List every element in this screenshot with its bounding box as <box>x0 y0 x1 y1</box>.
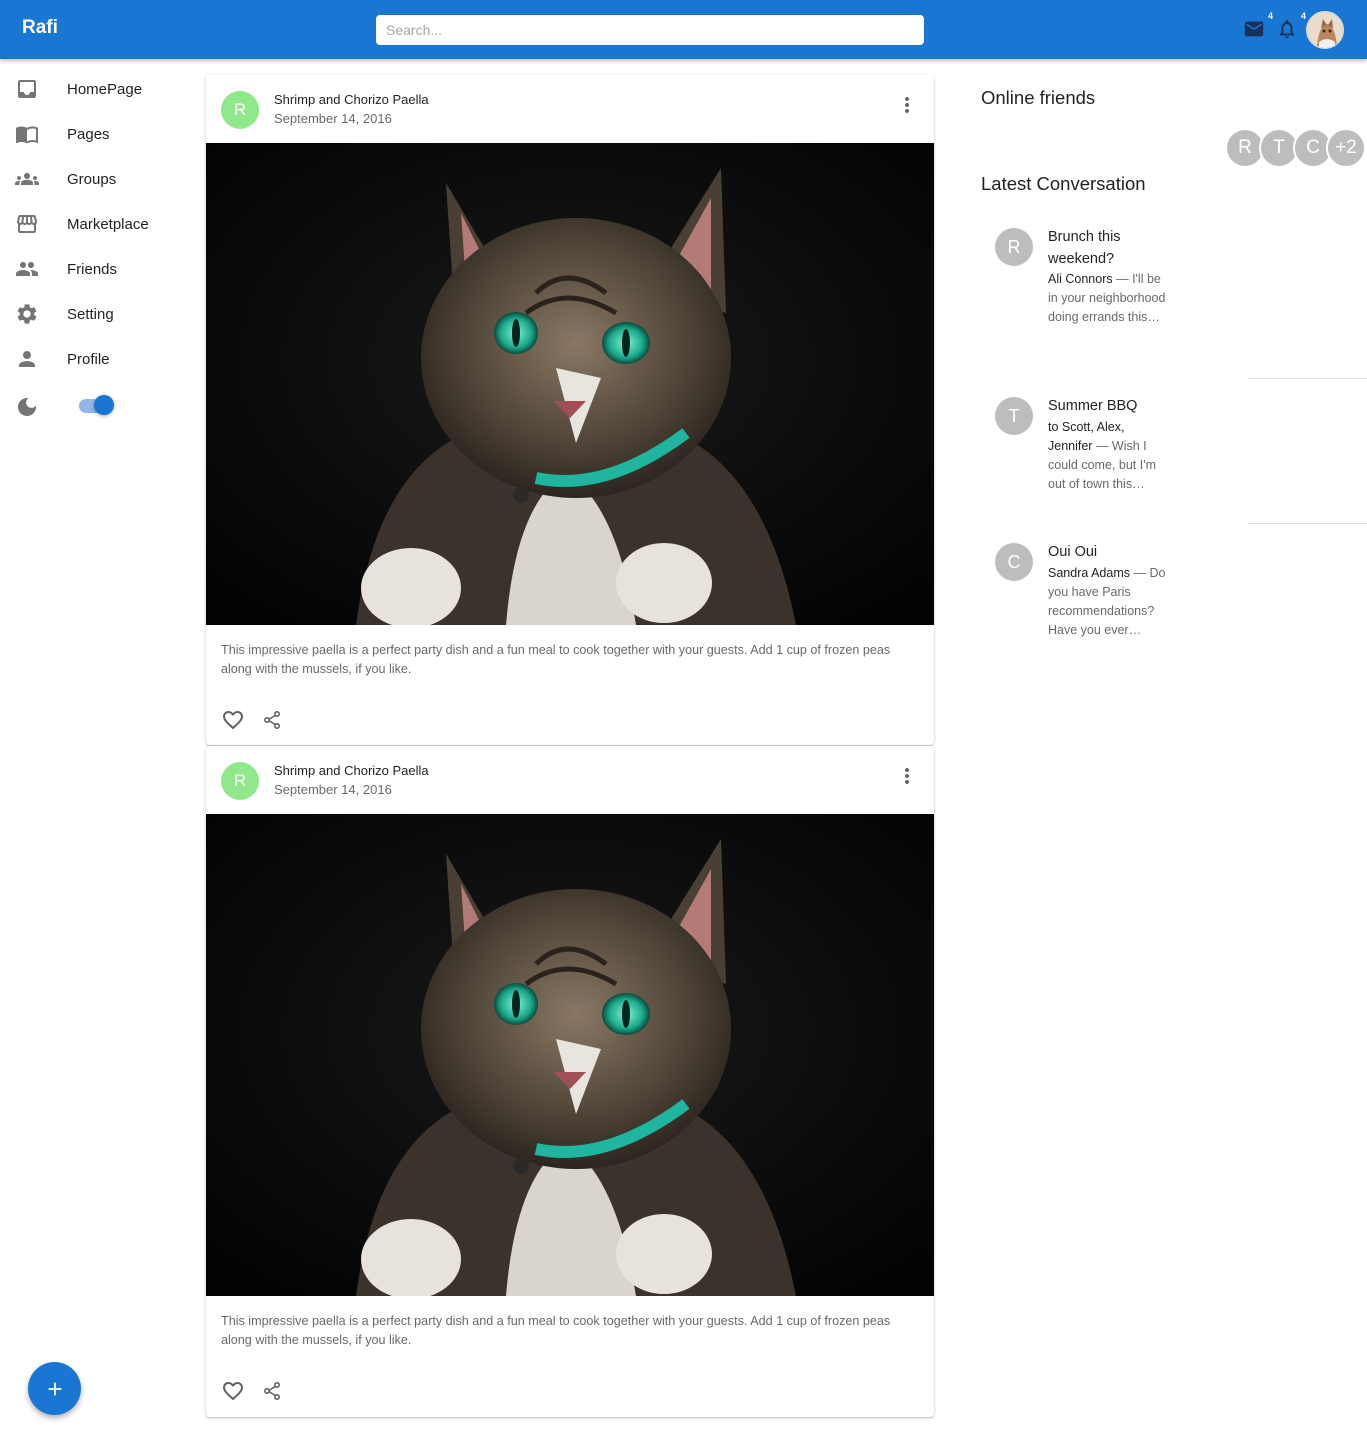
sidebar-item-label: Setting <box>67 306 114 323</box>
post-date: September 14, 2016 <box>274 111 392 126</box>
conversation-title: Oui Oui <box>1048 544 1098 560</box>
sidebar-item-setting[interactable]: Setting <box>0 292 190 337</box>
mail-badge: 4 <box>1267 11 1273 21</box>
groups-icon <box>15 173 39 185</box>
online-friends-title: Online friends <box>981 87 1096 108</box>
mail-icon <box>1244 21 1264 37</box>
sidebar-item-profile[interactable]: Profile <box>0 337 190 382</box>
brand-logo[interactable]: Rafi <box>22 17 58 39</box>
dark-mode-row <box>0 382 190 432</box>
moon-icon <box>18 398 36 416</box>
latest-conversation-title: Latest Conversation <box>981 173 1146 194</box>
book-icon <box>16 126 38 144</box>
post-card: R Shrimp and Chorizo Paella September 14… <box>206 746 934 1417</box>
sidebar-item-label: Pages <box>67 126 110 143</box>
sidebar-item-marketplace[interactable]: Marketplace <box>0 202 190 247</box>
post-title: Shrimp and Chorizo Paella <box>274 92 429 107</box>
gear-icon <box>17 304 37 324</box>
post-avatar: R <box>221 91 259 129</box>
sidebar-item-groups[interactable]: Groups <box>0 157 190 202</box>
post-title: Shrimp and Chorizo Paella <box>274 763 429 778</box>
more-vert-icon[interactable] <box>895 764 919 788</box>
conversation-sender: Ali Connors <box>1048 272 1113 286</box>
conversation-avatar: R <box>995 228 1033 266</box>
conversation-preview: Sandra Adams — Do you have Paris recomme… <box>1048 564 1168 640</box>
post-image <box>206 814 934 1296</box>
notifications-badge: 4 <box>1300 11 1306 21</box>
share-icon[interactable] <box>260 708 284 732</box>
sidebar-item-label: Profile <box>67 351 110 368</box>
conversation-sender: Sandra Adams <box>1048 565 1130 580</box>
sidebar-item-friends[interactable]: Friends <box>0 247 190 292</box>
inbox-icon <box>18 80 36 98</box>
conversation-title: Brunch this weekend? <box>1048 229 1121 267</box>
heart-icon[interactable] <box>221 1379 245 1403</box>
more-friends-avatar[interactable]: +2 <box>1326 128 1366 168</box>
switch-thumb <box>94 395 114 415</box>
person-icon <box>19 351 35 367</box>
sidebar-item-label: Marketplace <box>67 216 149 233</box>
sidebar-item-homepage[interactable]: HomePage <box>0 67 190 112</box>
share-icon[interactable] <box>260 1379 284 1403</box>
add-button[interactable] <box>28 1362 81 1415</box>
post-avatar: R <box>221 762 259 800</box>
people-icon <box>16 262 38 276</box>
cat-avatar-icon <box>1307 12 1343 48</box>
notifications-button[interactable]: 4 <box>1276 11 1306 42</box>
conversation-avatar: T <box>995 397 1033 435</box>
bell-icon <box>1279 20 1295 39</box>
conversation-preview: Ali Connors — I'll be in your neighborho… <box>1048 270 1168 327</box>
plus-icon <box>48 1382 61 1395</box>
sidebar-item-pages[interactable]: Pages <box>0 112 190 157</box>
search-input[interactable] <box>376 15 924 45</box>
sidebar: HomePage Pages Groups Marketplace Friend… <box>0 67 190 432</box>
conversation-avatar: C <box>995 543 1033 581</box>
post-image <box>206 143 934 625</box>
post-text: This impressive paella is a perfect part… <box>221 643 891 676</box>
heart-icon[interactable] <box>221 708 245 732</box>
storefront-icon <box>17 215 37 233</box>
sidebar-item-label: Friends <box>67 261 118 278</box>
sidebar-item-label: HomePage <box>67 81 143 98</box>
divider <box>1248 523 1367 524</box>
app-bar: Rafi 4 4 <box>0 0 1367 59</box>
conversation-preview: to Scott, Alex, Jennifer — Wish I could … <box>1048 418 1168 494</box>
post-text: This impressive paella is a perfect part… <box>221 1314 891 1347</box>
divider <box>1248 378 1367 379</box>
more-vert-icon[interactable] <box>895 93 919 117</box>
user-avatar[interactable] <box>1306 11 1344 49</box>
cat-photo <box>206 814 934 1296</box>
conversation-title: Summer BBQ <box>1048 398 1138 414</box>
post-card: R Shrimp and Chorizo Paella September 14… <box>206 75 934 745</box>
cat-photo <box>206 143 934 625</box>
mail-button[interactable]: 4 <box>1243 11 1273 42</box>
post-date: September 14, 2016 <box>274 782 392 797</box>
sidebar-item-label: Groups <box>67 171 117 188</box>
